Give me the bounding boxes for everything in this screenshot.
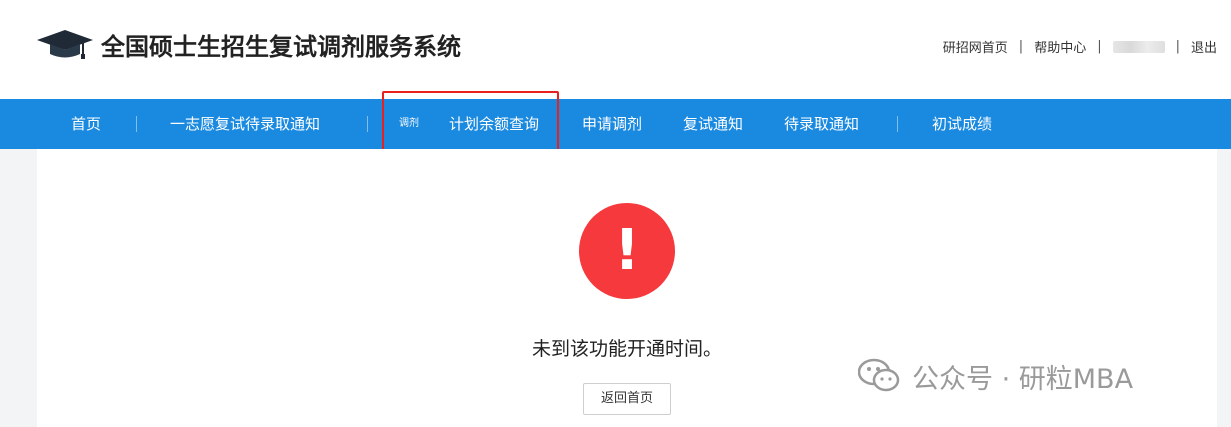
top-link-separator: | (1018, 39, 1024, 54)
alert-mark: ! (614, 218, 640, 283)
watermark-text: 公众号 · 研粒MBA (912, 363, 1134, 395)
top-link-separator: | (1097, 39, 1102, 54)
exclamation-icon: ! (579, 203, 675, 299)
nav-item-apply-adjustment[interactable]: 申请调剂 (582, 99, 642, 149)
watermark: 公众号 · 研粒MBA (858, 356, 1133, 396)
nav-adjustment-badge: 调剂 (399, 118, 419, 129)
nav-item-first-choice-notice[interactable]: 一志愿复试待录取通知 (170, 99, 320, 149)
nav-separator (136, 116, 137, 132)
back-home-button[interactable]: 返回首页 (583, 383, 671, 415)
graduation-cap-icon (37, 30, 93, 59)
top-link-separator: | (1175, 39, 1180, 54)
logout-link[interactable]: 退出 (1191, 37, 1217, 56)
nav-item-home[interactable]: 首页 (71, 99, 101, 149)
nav-item-preliminary-scores[interactable]: 初试成绩 (932, 99, 992, 149)
link-help-center[interactable]: 帮助中心 (1034, 37, 1086, 56)
nav-separator (367, 116, 368, 132)
nav-item-plan-balance-query[interactable]: 计划余额查询 (449, 99, 539, 149)
nav-separator (897, 116, 898, 132)
username-blurred (1112, 40, 1165, 53)
header: 全国硕士生招生复试调剂服务系统 研招网首页 | 帮助中心 | | 退出 (0, 0, 1231, 99)
site-title: 全国硕士生招生复试调剂服务系统 (101, 33, 461, 61)
top-links: 研招网首页 | 帮助中心 | | 退出 (943, 37, 1217, 56)
wechat-icon (858, 358, 900, 392)
main-nav: 首页 一志愿复试待录取通知 调剂 计划余额查询 申请调剂 复试通知 待录取通知 … (0, 99, 1231, 149)
nav-item-pending-admission-notice[interactable]: 待录取通知 (784, 99, 859, 149)
link-yanzhao-home[interactable]: 研招网首页 (943, 37, 1008, 56)
nav-item-retest-notice[interactable]: 复试通知 (683, 99, 743, 149)
